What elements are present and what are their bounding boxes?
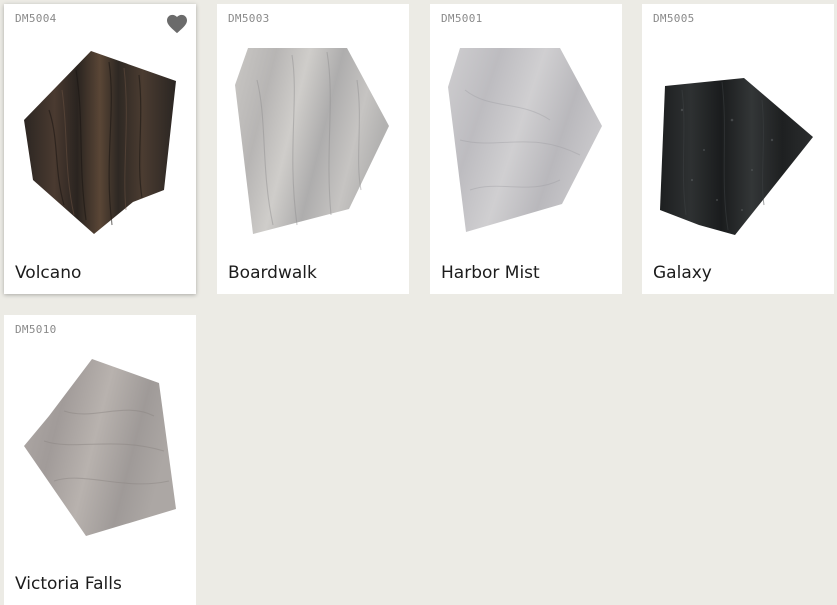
product-card[interactable]: DM5010 Victoria Falls [4,315,196,605]
product-swatch[interactable] [642,30,834,254]
product-code: DM5003 [228,12,270,25]
product-name: Volcano [15,263,82,283]
product-name: Harbor Mist [441,263,540,283]
product-code: DM5010 [15,323,57,336]
product-swatch[interactable] [4,30,196,254]
product-card[interactable]: DM5004 Volcano [4,4,196,294]
product-name: Boardwalk [228,263,317,283]
product-card[interactable]: DM5003 Boardwalk [217,4,409,294]
product-swatch[interactable] [4,341,196,565]
product-code: DM5001 [441,12,483,25]
product-code: DM5004 [15,12,57,25]
product-swatch[interactable] [217,30,409,254]
product-code: DM5005 [653,12,695,25]
product-name: Victoria Falls [15,574,122,594]
product-card[interactable]: DM5005 Galaxy [642,4,834,294]
product-name: Galaxy [653,263,712,283]
product-swatch[interactable] [430,30,622,254]
product-card[interactable]: DM5001 Harbor Mist [430,4,622,294]
